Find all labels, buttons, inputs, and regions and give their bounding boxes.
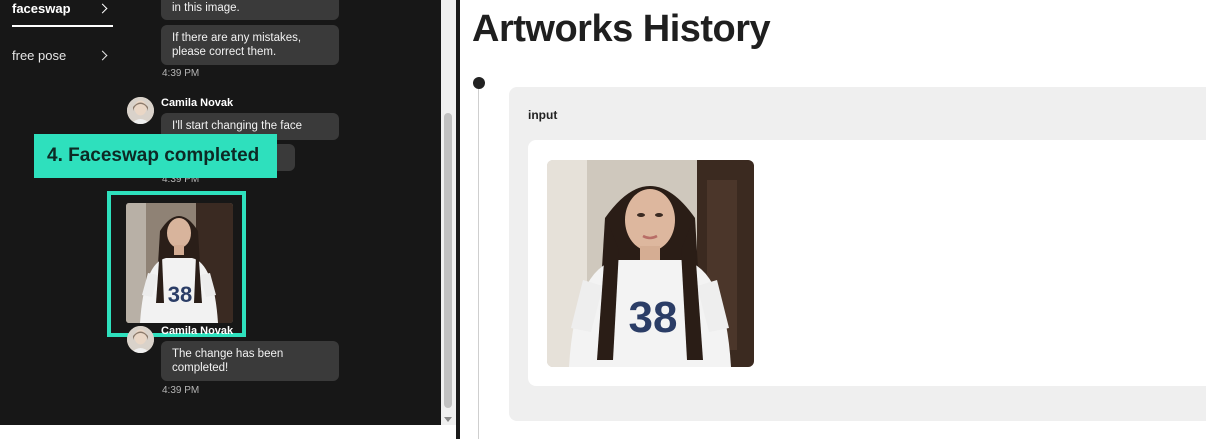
message-bubble: in this image. <box>161 0 339 20</box>
message-bubble: The change has been completed! <box>161 341 339 381</box>
scroll-thumb[interactable] <box>444 113 452 408</box>
card-label: input <box>528 108 558 122</box>
avatar <box>127 97 154 124</box>
sidebar-item-faceswap[interactable]: faceswap <box>12 0 112 18</box>
chevron-right-icon <box>97 3 108 13</box>
page-title: Artworks History <box>472 8 771 50</box>
chat-panel: faceswap free pose in this image. If the… <box>0 0 444 425</box>
message-bubble: If there are any mistakes, please correc… <box>161 25 339 65</box>
history-card: input 38 <box>509 87 1206 421</box>
sidebar-item-free-pose[interactable]: free pose <box>12 45 112 65</box>
avatar <box>127 326 154 353</box>
step-callout-label: 4. Faceswap completed <box>47 145 260 166</box>
app-root: faceswap free pose in this image. If the… <box>0 0 1206 439</box>
message-text: in this image. <box>172 2 240 14</box>
scroll-down-arrow-icon[interactable] <box>444 417 452 422</box>
highlight-box <box>107 191 246 337</box>
shirt-number: 38 <box>629 293 678 342</box>
chevron-right-icon <box>97 50 108 60</box>
message-text: If there are any mistakes, please correc… <box>172 32 302 58</box>
sidebar-item-label: faceswap <box>12 0 71 16</box>
message-timestamp: 4:39 PM <box>162 68 200 79</box>
message-timestamp: 4:39 PM <box>162 385 200 396</box>
bottom-strip <box>0 425 456 439</box>
sender-name: Camila Novak <box>161 97 234 109</box>
image-container: 38 <box>528 140 1206 386</box>
chat-scrollbar[interactable] <box>441 0 456 425</box>
active-tab-indicator <box>12 25 113 27</box>
sidebar-item-label: free pose <box>12 47 67 63</box>
step-callout: 4. Faceswap completed <box>34 134 277 178</box>
timeline-line <box>478 89 479 439</box>
message-text: The change has been completed! <box>172 348 284 374</box>
timeline-dot <box>473 77 485 89</box>
input-image[interactable]: 38 <box>547 160 754 367</box>
artworks-history-panel: Artworks History input 38 <box>460 0 1206 439</box>
sender-name: Camila Novak <box>161 325 234 337</box>
